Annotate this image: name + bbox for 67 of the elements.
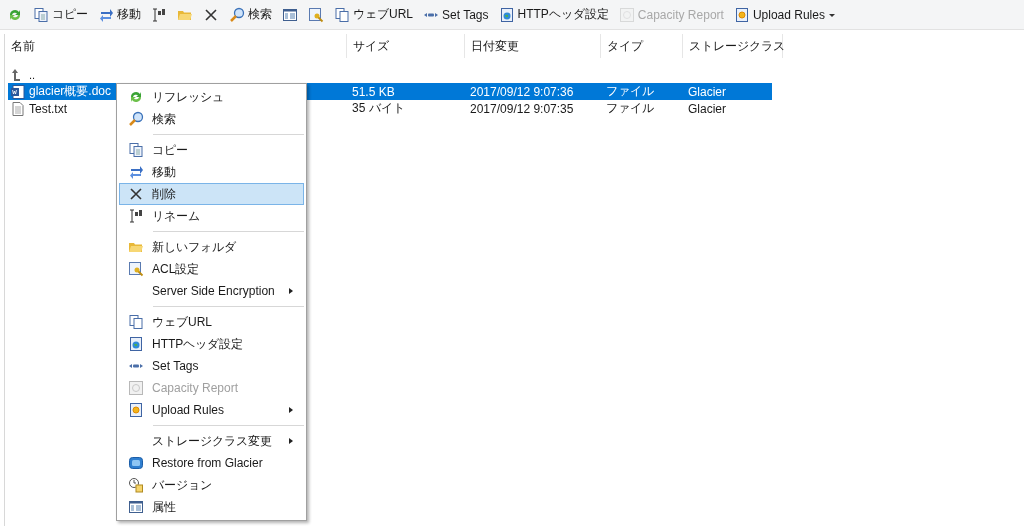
parent-folder[interactable]: ..: [29, 68, 36, 81]
menu-item[interactable]: Set Tags: [119, 355, 304, 377]
size-cell-text: 35 バイト: [351, 100, 406, 117]
copy-icon: [33, 6, 49, 23]
rename-icon: [128, 208, 144, 224]
toolbar-button[interactable]: Set Tags: [420, 5, 492, 24]
menu-item[interactable]: Server Side Encryption: [119, 280, 304, 302]
menu-item[interactable]: 検索: [119, 108, 304, 130]
column-header[interactable]: サイズ: [347, 34, 465, 58]
arrows-icon: [128, 164, 144, 180]
menu-item[interactable]: 削除: [119, 183, 304, 205]
toolbar-button[interactable]: Upload Rules: [730, 4, 839, 25]
date-cell-text: 2017/09/12 9:07:36: [469, 84, 575, 99]
sun-document-icon: [128, 402, 144, 418]
menu-item[interactable]: 属性: [119, 496, 304, 518]
report-icon: [618, 6, 635, 23]
menu-item[interactable]: Upload Rules: [119, 399, 304, 421]
globe-document-icon: [128, 336, 144, 352]
tag-icon: [423, 10, 439, 19]
report-icon: [128, 380, 144, 396]
storage-class-cell-text: Glacier: [687, 84, 727, 99]
delete-icon: [128, 186, 144, 202]
file-name: glacier概要.doc: [29, 83, 112, 100]
toolbar-button[interactable]: コピー: [30, 4, 91, 25]
toolbar-button[interactable]: 検索: [226, 4, 275, 25]
cube-icon: [128, 455, 144, 471]
type-cell-text: ファイル: [605, 83, 655, 100]
menu-item[interactable]: ストレージクラス変更: [119, 430, 304, 452]
rename-icon: [151, 6, 167, 23]
document-icon: [334, 6, 350, 23]
menu-item[interactable]: ウェブURL: [119, 311, 304, 333]
search-icon: [229, 6, 245, 23]
word-document-icon: [10, 83, 26, 100]
menu-item[interactable]: リネーム: [119, 205, 304, 227]
sun-document-icon: [733, 6, 750, 23]
menu-item[interactable]: コピー: [119, 139, 304, 161]
menu-item[interactable]: 新しいフォルダ: [119, 236, 304, 258]
column-header[interactable]: タイプ: [601, 34, 683, 58]
menu-item[interactable]: ACL設定: [119, 258, 304, 280]
copy-icon: [128, 142, 144, 158]
file-name: Test.txt: [29, 101, 67, 116]
column-header[interactable]: ストレージクラス: [683, 34, 783, 58]
properties-icon: [128, 499, 144, 515]
column-header[interactable]: 名前: [5, 34, 347, 58]
storage-class-cell-text: Glacier: [687, 101, 727, 116]
document-icon: [128, 314, 144, 330]
text-file-icon: [10, 100, 26, 117]
type-cell-text: ファイル: [605, 100, 655, 117]
toolbar-button[interactable]: ウェブURL: [331, 4, 416, 25]
toolbar-button[interactable]: HTTPヘッダ設定: [495, 4, 612, 25]
date-cell-text: 2017/09/12 9:07:35: [469, 101, 575, 116]
menu-item[interactable]: 移動: [119, 161, 304, 183]
size-cell-text: 51.5 KB: [351, 84, 396, 99]
refresh-icon: [128, 89, 144, 105]
menu-item[interactable]: HTTPヘッダ設定: [119, 333, 304, 355]
column-header[interactable]: 日付変更: [465, 34, 601, 58]
properties-icon: [282, 6, 298, 23]
menu-item[interactable]: Restore from Glacier: [119, 452, 304, 474]
search-icon: [128, 111, 144, 127]
tag-icon: [128, 362, 144, 370]
menu-item[interactable]: バージョン: [119, 474, 304, 496]
toolbar-button[interactable]: 移動: [95, 4, 144, 25]
key-document-icon: [128, 261, 144, 277]
globe-document-icon: [498, 6, 515, 23]
key-document-icon: [308, 6, 324, 23]
clock-document-icon: [128, 477, 144, 493]
delete-icon: [203, 6, 219, 23]
